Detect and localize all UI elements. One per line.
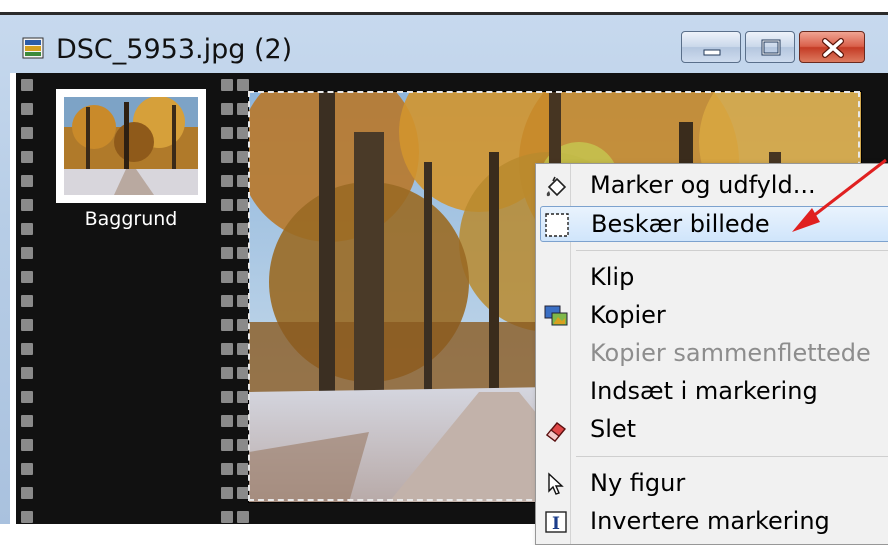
window-title: DSC_5953.jpg (2) [56, 34, 293, 65]
film-perforation [21, 343, 33, 355]
menu-item-cut[interactable]: Klip [536, 260, 888, 296]
film-perforation [221, 151, 233, 163]
film-perforation [21, 79, 33, 91]
film-perforation [21, 391, 33, 403]
film-perforation [21, 127, 33, 139]
film-perforation [21, 415, 33, 427]
layer-thumbnail[interactable] [56, 89, 206, 203]
film-perforation [221, 415, 233, 427]
menu-item-label: Marker og udfyld... [590, 171, 816, 199]
menu-item-label: Ny figur [590, 469, 686, 497]
film-perforation [221, 127, 233, 139]
film-perforation [221, 511, 233, 523]
film-perforation [21, 175, 33, 187]
film-perforations-right [220, 73, 234, 524]
menu-item-label: Kopier [590, 301, 666, 329]
menu-item-select-fill[interactable]: Marker og udfyld... [536, 168, 888, 204]
film-perforation [21, 223, 33, 235]
menu-item-paste-into-selection[interactable]: Indsæt i markering [536, 374, 888, 410]
film-perforation [221, 463, 233, 475]
menu-item-new-shape[interactable]: Ny figur [536, 466, 888, 502]
minimize-button[interactable] [681, 31, 741, 63]
menu-item-invert-selection[interactable]: I Invertere markering [536, 504, 888, 540]
film-perforation [21, 463, 33, 475]
film-perforation [21, 487, 33, 499]
image-file-icon [22, 37, 44, 59]
close-icon [822, 38, 844, 58]
menu-item-label: Beskær billede [591, 210, 770, 238]
menu-item-copy-merged[interactable]: Kopier sammenflettede [536, 336, 888, 372]
film-perforation [221, 175, 233, 187]
layer-thumbnail-image [64, 97, 198, 195]
menu-item-label: Kopier sammenflettede [590, 339, 871, 367]
layer-panel: Baggrund [16, 73, 240, 524]
film-perforation [21, 295, 33, 307]
film-perforations-left [20, 73, 34, 524]
menu-item-delete[interactable]: Slet [536, 412, 888, 448]
title-bar[interactable]: DSC_5953.jpg (2) [0, 15, 888, 73]
svg-text:I: I [552, 514, 560, 534]
select-fill-icon [546, 176, 567, 197]
film-perforation [21, 439, 33, 451]
menu-item-label: Klip [590, 263, 635, 291]
film-perforation [237, 79, 249, 91]
film-perforation [237, 511, 249, 523]
crop-icon [545, 213, 569, 237]
invert-icon: I [545, 511, 567, 534]
menu-item-copy[interactable]: Kopier [536, 298, 888, 334]
film-perforation [221, 103, 233, 115]
film-perforation [221, 223, 233, 235]
film-perforation [21, 247, 33, 259]
eraser-icon [545, 422, 567, 442]
film-perforation [221, 319, 233, 331]
maximize-icon [761, 39, 781, 56]
copy-icon [544, 305, 568, 326]
context-menu: Marker og udfyld... Beskær billede Klip … [535, 163, 888, 545]
film-perforation [221, 271, 233, 283]
close-button[interactable] [799, 31, 865, 63]
menu-item-crop-image[interactable]: Beskær billede [540, 206, 888, 242]
film-perforation [221, 367, 233, 379]
film-perforation [21, 271, 33, 283]
film-perforation [221, 439, 233, 451]
film-perforation [221, 247, 233, 259]
layer-name[interactable]: Baggrund [56, 208, 206, 230]
film-perforation [21, 319, 33, 331]
film-perforation [221, 295, 233, 307]
film-perforation [221, 343, 233, 355]
film-perforation [221, 79, 233, 91]
film-perforation [221, 199, 233, 211]
menu-item-label: Invertere markering [590, 507, 830, 535]
film-perforation [21, 103, 33, 115]
menu-item-label: Indsæt i markering [590, 377, 818, 405]
menu-separator [576, 456, 888, 457]
film-perforation [221, 487, 233, 499]
film-perforation [221, 391, 233, 403]
menu-item-label: Slet [590, 415, 637, 443]
film-perforation [21, 367, 33, 379]
maximize-button[interactable] [745, 31, 795, 63]
film-perforation [21, 511, 33, 523]
minimize-icon [703, 49, 721, 56]
film-perforation [21, 199, 33, 211]
cursor-icon [548, 472, 564, 495]
film-perforation [21, 151, 33, 163]
menu-separator [576, 250, 888, 251]
